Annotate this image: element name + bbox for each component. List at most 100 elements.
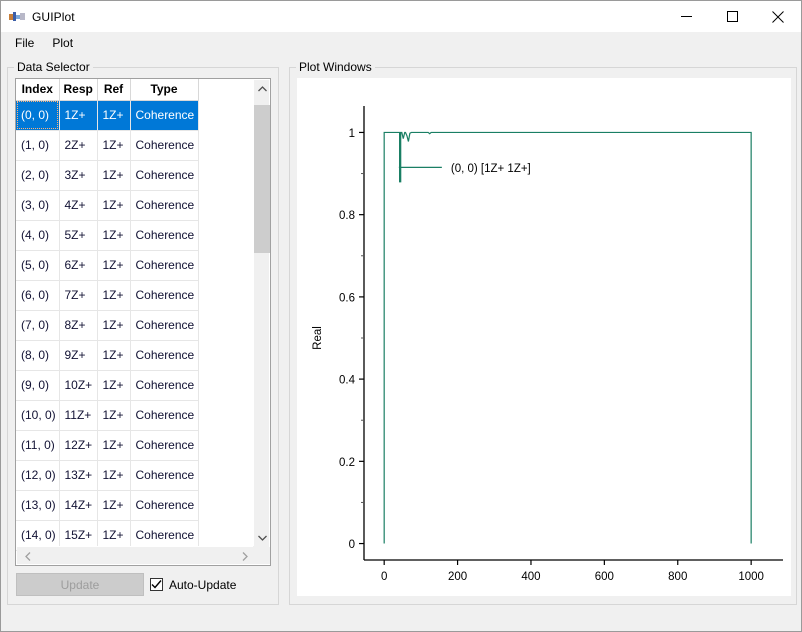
table-row[interactable]: (5, 0)6Z+1Z+Coherence [16, 250, 198, 280]
cell-index[interactable]: (1, 0) [16, 130, 59, 160]
plot-canvas[interactable]: 00.20.40.60.8102004006008001000Real(0, 0… [297, 78, 791, 596]
table-horizontal-scrollbar[interactable] [17, 546, 271, 564]
auto-update-checkbox[interactable]: Auto-Update [150, 573, 236, 596]
data-selector-label: Data Selector [14, 60, 93, 74]
checkbox-checked-icon[interactable] [150, 578, 163, 591]
cell-type[interactable]: Coherence [130, 310, 198, 340]
chevron-left-icon[interactable] [19, 547, 36, 565]
cell-resp[interactable]: 1Z+ [59, 100, 97, 130]
table-row[interactable]: (8, 0)9Z+1Z+Coherence [16, 340, 198, 370]
cell-resp[interactable]: 7Z+ [59, 280, 97, 310]
update-button[interactable]: Update [16, 573, 144, 596]
cell-index[interactable]: (11, 0) [16, 430, 59, 460]
maximize-icon[interactable] [709, 1, 755, 32]
table-row[interactable]: (13, 0)14Z+1Z+Coherence [16, 490, 198, 520]
cell-index[interactable]: (2, 0) [16, 160, 59, 190]
cell-type[interactable]: Coherence [130, 280, 198, 310]
cell-ref[interactable]: 1Z+ [97, 130, 130, 160]
cell-ref[interactable]: 1Z+ [97, 370, 130, 400]
cell-resp[interactable]: 8Z+ [59, 310, 97, 340]
cell-type[interactable]: Coherence [130, 130, 198, 160]
menu-item-plot[interactable]: Plot [44, 34, 81, 52]
cell-index[interactable]: (10, 0) [16, 400, 59, 430]
cell-resp[interactable]: 13Z+ [59, 460, 97, 490]
y-tick-label: 0 [349, 539, 355, 551]
auto-update-label: Auto-Update [169, 578, 236, 592]
cell-ref[interactable]: 1Z+ [97, 460, 130, 490]
cell-index[interactable]: (13, 0) [16, 490, 59, 520]
cell-type[interactable]: Coherence [130, 370, 198, 400]
column-header-ref[interactable]: Ref [97, 79, 130, 100]
data-selector-group: Data Selector Index Resp Ref Type (0, 0)… [7, 67, 279, 605]
app-logo-icon [9, 9, 25, 25]
cell-type[interactable]: Coherence [130, 220, 198, 250]
cell-index[interactable]: (8, 0) [16, 340, 59, 370]
cell-type[interactable]: Coherence [130, 100, 198, 130]
column-header-resp[interactable]: Resp [59, 79, 97, 100]
cell-resp[interactable]: 10Z+ [59, 370, 97, 400]
y-tick-label: 0.4 [339, 375, 356, 387]
menu-item-file[interactable]: File [7, 34, 42, 52]
cell-type[interactable]: Coherence [130, 400, 198, 430]
table-row[interactable]: (11, 0)12Z+1Z+Coherence [16, 430, 198, 460]
table-row[interactable]: (6, 0)7Z+1Z+Coherence [16, 280, 198, 310]
chevron-right-icon[interactable] [236, 547, 253, 565]
minimize-icon[interactable] [663, 1, 709, 32]
cell-type[interactable]: Coherence [130, 490, 198, 520]
table-row[interactable]: (7, 0)8Z+1Z+Coherence [16, 310, 198, 340]
cell-type[interactable]: Coherence [130, 160, 198, 190]
data-table: Index Resp Ref Type (0, 0)1Z+1Z+Coherenc… [16, 79, 199, 551]
cell-ref[interactable]: 1Z+ [97, 280, 130, 310]
table-row[interactable]: (10, 0)11Z+1Z+Coherence [16, 400, 198, 430]
cell-resp[interactable]: 3Z+ [59, 160, 97, 190]
table-vertical-scrollbar[interactable] [253, 80, 269, 546]
cell-type[interactable]: Coherence [130, 340, 198, 370]
cell-index[interactable]: (9, 0) [16, 370, 59, 400]
table-row[interactable]: (12, 0)13Z+1Z+Coherence [16, 460, 198, 490]
cell-index[interactable]: (0, 0) [16, 100, 59, 130]
cell-index[interactable]: (7, 0) [16, 310, 59, 340]
cell-resp[interactable]: 14Z+ [59, 490, 97, 520]
cell-index[interactable]: (5, 0) [16, 250, 59, 280]
table-row[interactable]: (9, 0)10Z+1Z+Coherence [16, 370, 198, 400]
cell-index[interactable]: (4, 0) [16, 220, 59, 250]
column-header-type[interactable]: Type [130, 79, 198, 100]
cell-type[interactable]: Coherence [130, 190, 198, 220]
cell-resp[interactable]: 11Z+ [59, 400, 97, 430]
cell-ref[interactable]: 1Z+ [97, 430, 130, 460]
cell-ref[interactable]: 1Z+ [97, 220, 130, 250]
cell-index[interactable]: (12, 0) [16, 460, 59, 490]
table-row[interactable]: (0, 0)1Z+1Z+Coherence [16, 100, 198, 130]
table-row[interactable]: (3, 0)4Z+1Z+Coherence [16, 190, 198, 220]
cell-type[interactable]: Coherence [130, 250, 198, 280]
chevron-up-icon[interactable] [254, 80, 270, 97]
cell-ref[interactable]: 1Z+ [97, 490, 130, 520]
cell-ref[interactable]: 1Z+ [97, 100, 130, 130]
cell-index[interactable]: (6, 0) [16, 280, 59, 310]
cell-type[interactable]: Coherence [130, 460, 198, 490]
vertical-scrollbar-thumb[interactable] [254, 105, 270, 253]
cell-type[interactable]: Coherence [130, 430, 198, 460]
plot-windows-label: Plot Windows [296, 60, 375, 74]
cell-ref[interactable]: 1Z+ [97, 310, 130, 340]
cell-resp[interactable]: 5Z+ [59, 220, 97, 250]
cell-ref[interactable]: 1Z+ [97, 160, 130, 190]
cell-index[interactable]: (3, 0) [16, 190, 59, 220]
column-header-index[interactable]: Index [16, 79, 59, 100]
table-row[interactable]: (2, 0)3Z+1Z+Coherence [16, 160, 198, 190]
cell-ref[interactable]: 1Z+ [97, 400, 130, 430]
cell-resp[interactable]: 9Z+ [59, 340, 97, 370]
window-controls [663, 1, 801, 32]
cell-resp[interactable]: 12Z+ [59, 430, 97, 460]
cell-resp[interactable]: 2Z+ [59, 130, 97, 160]
table-row[interactable]: (4, 0)5Z+1Z+Coherence [16, 220, 198, 250]
chevron-down-icon[interactable] [254, 529, 270, 546]
close-icon[interactable] [755, 1, 801, 32]
cell-ref[interactable]: 1Z+ [97, 190, 130, 220]
table-row[interactable]: (1, 0)2Z+1Z+Coherence [16, 130, 198, 160]
cell-ref[interactable]: 1Z+ [97, 250, 130, 280]
legend-label: (0, 0) [1Z+ 1Z+] [451, 163, 531, 175]
cell-ref[interactable]: 1Z+ [97, 340, 130, 370]
cell-resp[interactable]: 6Z+ [59, 250, 97, 280]
cell-resp[interactable]: 4Z+ [59, 190, 97, 220]
